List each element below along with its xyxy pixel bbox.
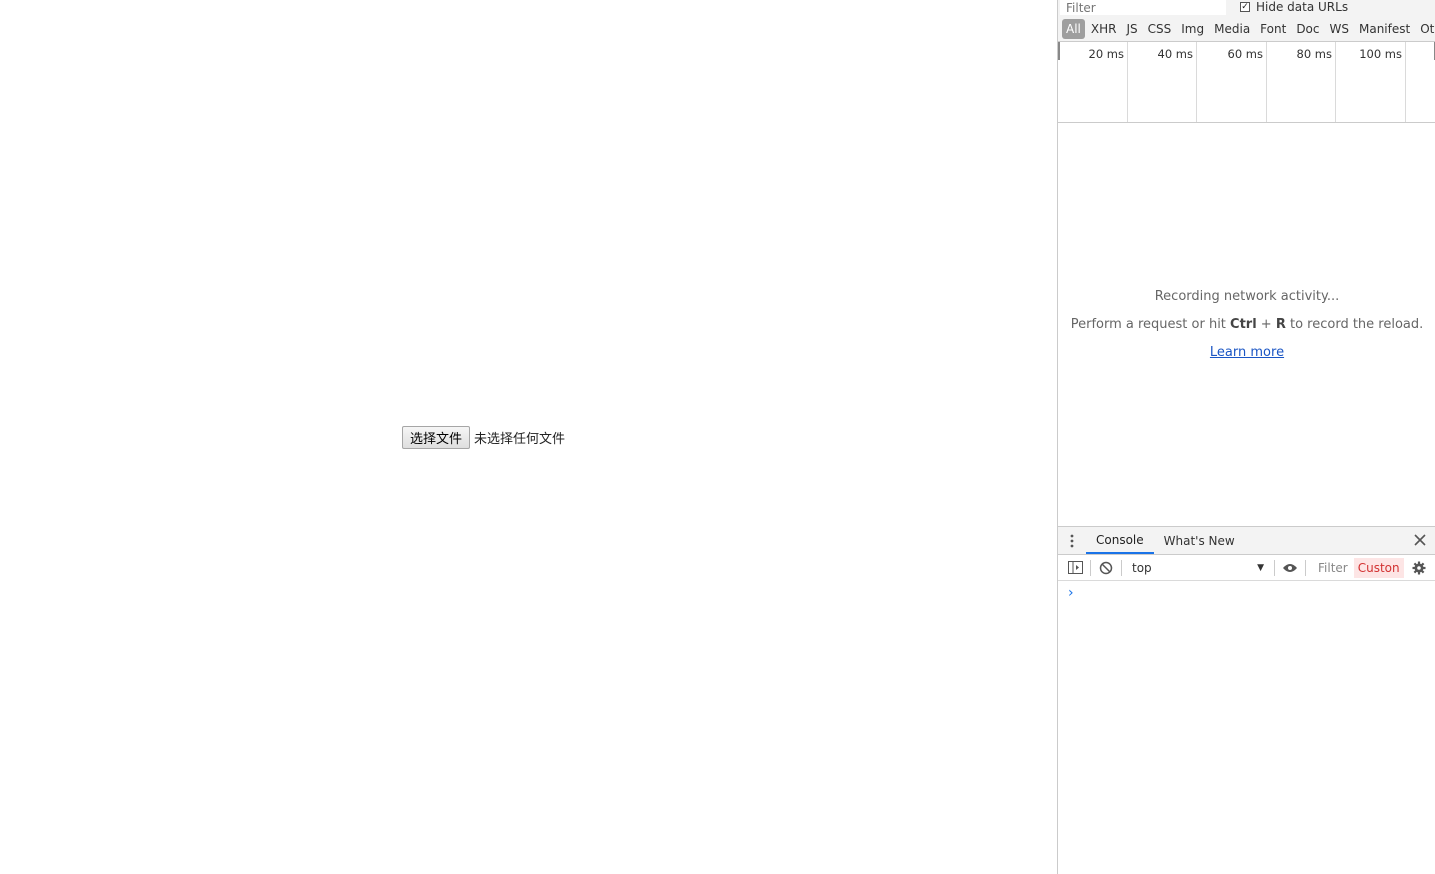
hint-key-r: R — [1275, 317, 1286, 332]
drawer: Console What's New top ▼ Filter Custon › — [1058, 526, 1435, 874]
hide-data-urls-label: Hide data URLs — [1256, 0, 1349, 14]
learn-more-link[interactable]: Learn more — [1210, 345, 1284, 360]
network-filter-bar: ✓ Hide data URLs — [1058, 0, 1435, 16]
type-filter-manifest[interactable]: Manifest — [1355, 19, 1414, 39]
empty-state-hint: Perform a request or hit Ctrl + R to rec… — [1058, 314, 1435, 342]
hint-suffix: to record the reload. — [1285, 317, 1424, 332]
console-prompt[interactable]: › — [1058, 581, 1435, 601]
context-value: top — [1132, 560, 1152, 575]
drawer-tabbar: Console What's New — [1058, 527, 1435, 555]
toolbar-divider — [1121, 559, 1122, 576]
devtools-panel: ✓ Hide data URLs All XHR JS CSS Img Medi… — [1057, 0, 1435, 874]
close-icon[interactable] — [1414, 531, 1426, 550]
toolbar-divider — [1274, 559, 1275, 576]
type-filter-media[interactable]: Media — [1210, 19, 1254, 39]
type-filter-doc[interactable]: Doc — [1292, 19, 1323, 39]
type-filter-font[interactable]: Font — [1256, 19, 1290, 39]
choose-file-button[interactable]: 选择文件 — [402, 426, 471, 449]
hide-data-urls-checkbox[interactable]: ✓ — [1240, 2, 1250, 12]
toolbar-divider — [1305, 559, 1306, 576]
timeline-tick: 60 ms — [1197, 42, 1267, 122]
hint-plus: + — [1256, 317, 1276, 332]
chevron-down-icon: ▼ — [1257, 562, 1264, 573]
timeline-tick: 20 ms — [1058, 42, 1128, 122]
timeline-tick: 100 ms — [1336, 42, 1406, 122]
resource-type-filter: All XHR JS CSS Img Media Font Doc WS Man… — [1058, 16, 1435, 42]
timeline-tick: 40 ms — [1128, 42, 1197, 122]
tab-console[interactable]: Console — [1086, 527, 1154, 554]
empty-state-title: Recording network activity... — [1154, 289, 1340, 304]
network-filter-input[interactable] — [1060, 0, 1226, 15]
network-overview-timeline[interactable]: 20 ms 40 ms 60 ms 80 ms 100 ms — [1058, 42, 1435, 123]
type-filter-ws[interactable]: WS — [1326, 19, 1353, 39]
hint-key-ctrl: Ctrl — [1230, 317, 1257, 332]
hint-prefix: Perform a request or hit — [1070, 317, 1231, 332]
console-toolbar: top ▼ Filter Custon — [1058, 555, 1435, 581]
hide-data-urls-toggle[interactable]: ✓ Hide data URLs — [1240, 0, 1348, 14]
gear-icon[interactable] — [1410, 559, 1428, 577]
console-filter-input[interactable]: Filter — [1312, 561, 1354, 575]
network-empty-state: Recording network activity... Perform a … — [1058, 286, 1435, 370]
type-filter-all[interactable]: All — [1062, 18, 1085, 39]
toolbar-divider — [1090, 559, 1091, 576]
type-filter-xhr[interactable]: XHR — [1087, 19, 1121, 39]
page-area: 选择文件 未选择任何文件 — [0, 0, 1057, 874]
clear-console-icon[interactable] — [1097, 559, 1115, 577]
type-filter-css[interactable]: CSS — [1144, 19, 1176, 39]
eye-icon[interactable] — [1281, 559, 1299, 577]
log-levels-dropdown[interactable]: Custon — [1353, 557, 1404, 578]
more-vertical-icon[interactable] — [1058, 527, 1086, 554]
timeline-tick: 80 ms — [1267, 42, 1336, 122]
tab-whats-new[interactable]: What's New — [1154, 527, 1245, 554]
type-filter-js[interactable]: JS — [1122, 19, 1141, 39]
type-filter-img[interactable]: Img — [1177, 19, 1208, 39]
context-selector[interactable]: top ▼ — [1128, 558, 1268, 578]
file-status-text: 未选择任何文件 — [474, 432, 566, 447]
sidebar-toggle-icon[interactable] — [1066, 559, 1084, 577]
type-filter-other[interactable]: Other — [1416, 19, 1435, 39]
file-input[interactable]: 选择文件 未选择任何文件 — [402, 426, 565, 449]
